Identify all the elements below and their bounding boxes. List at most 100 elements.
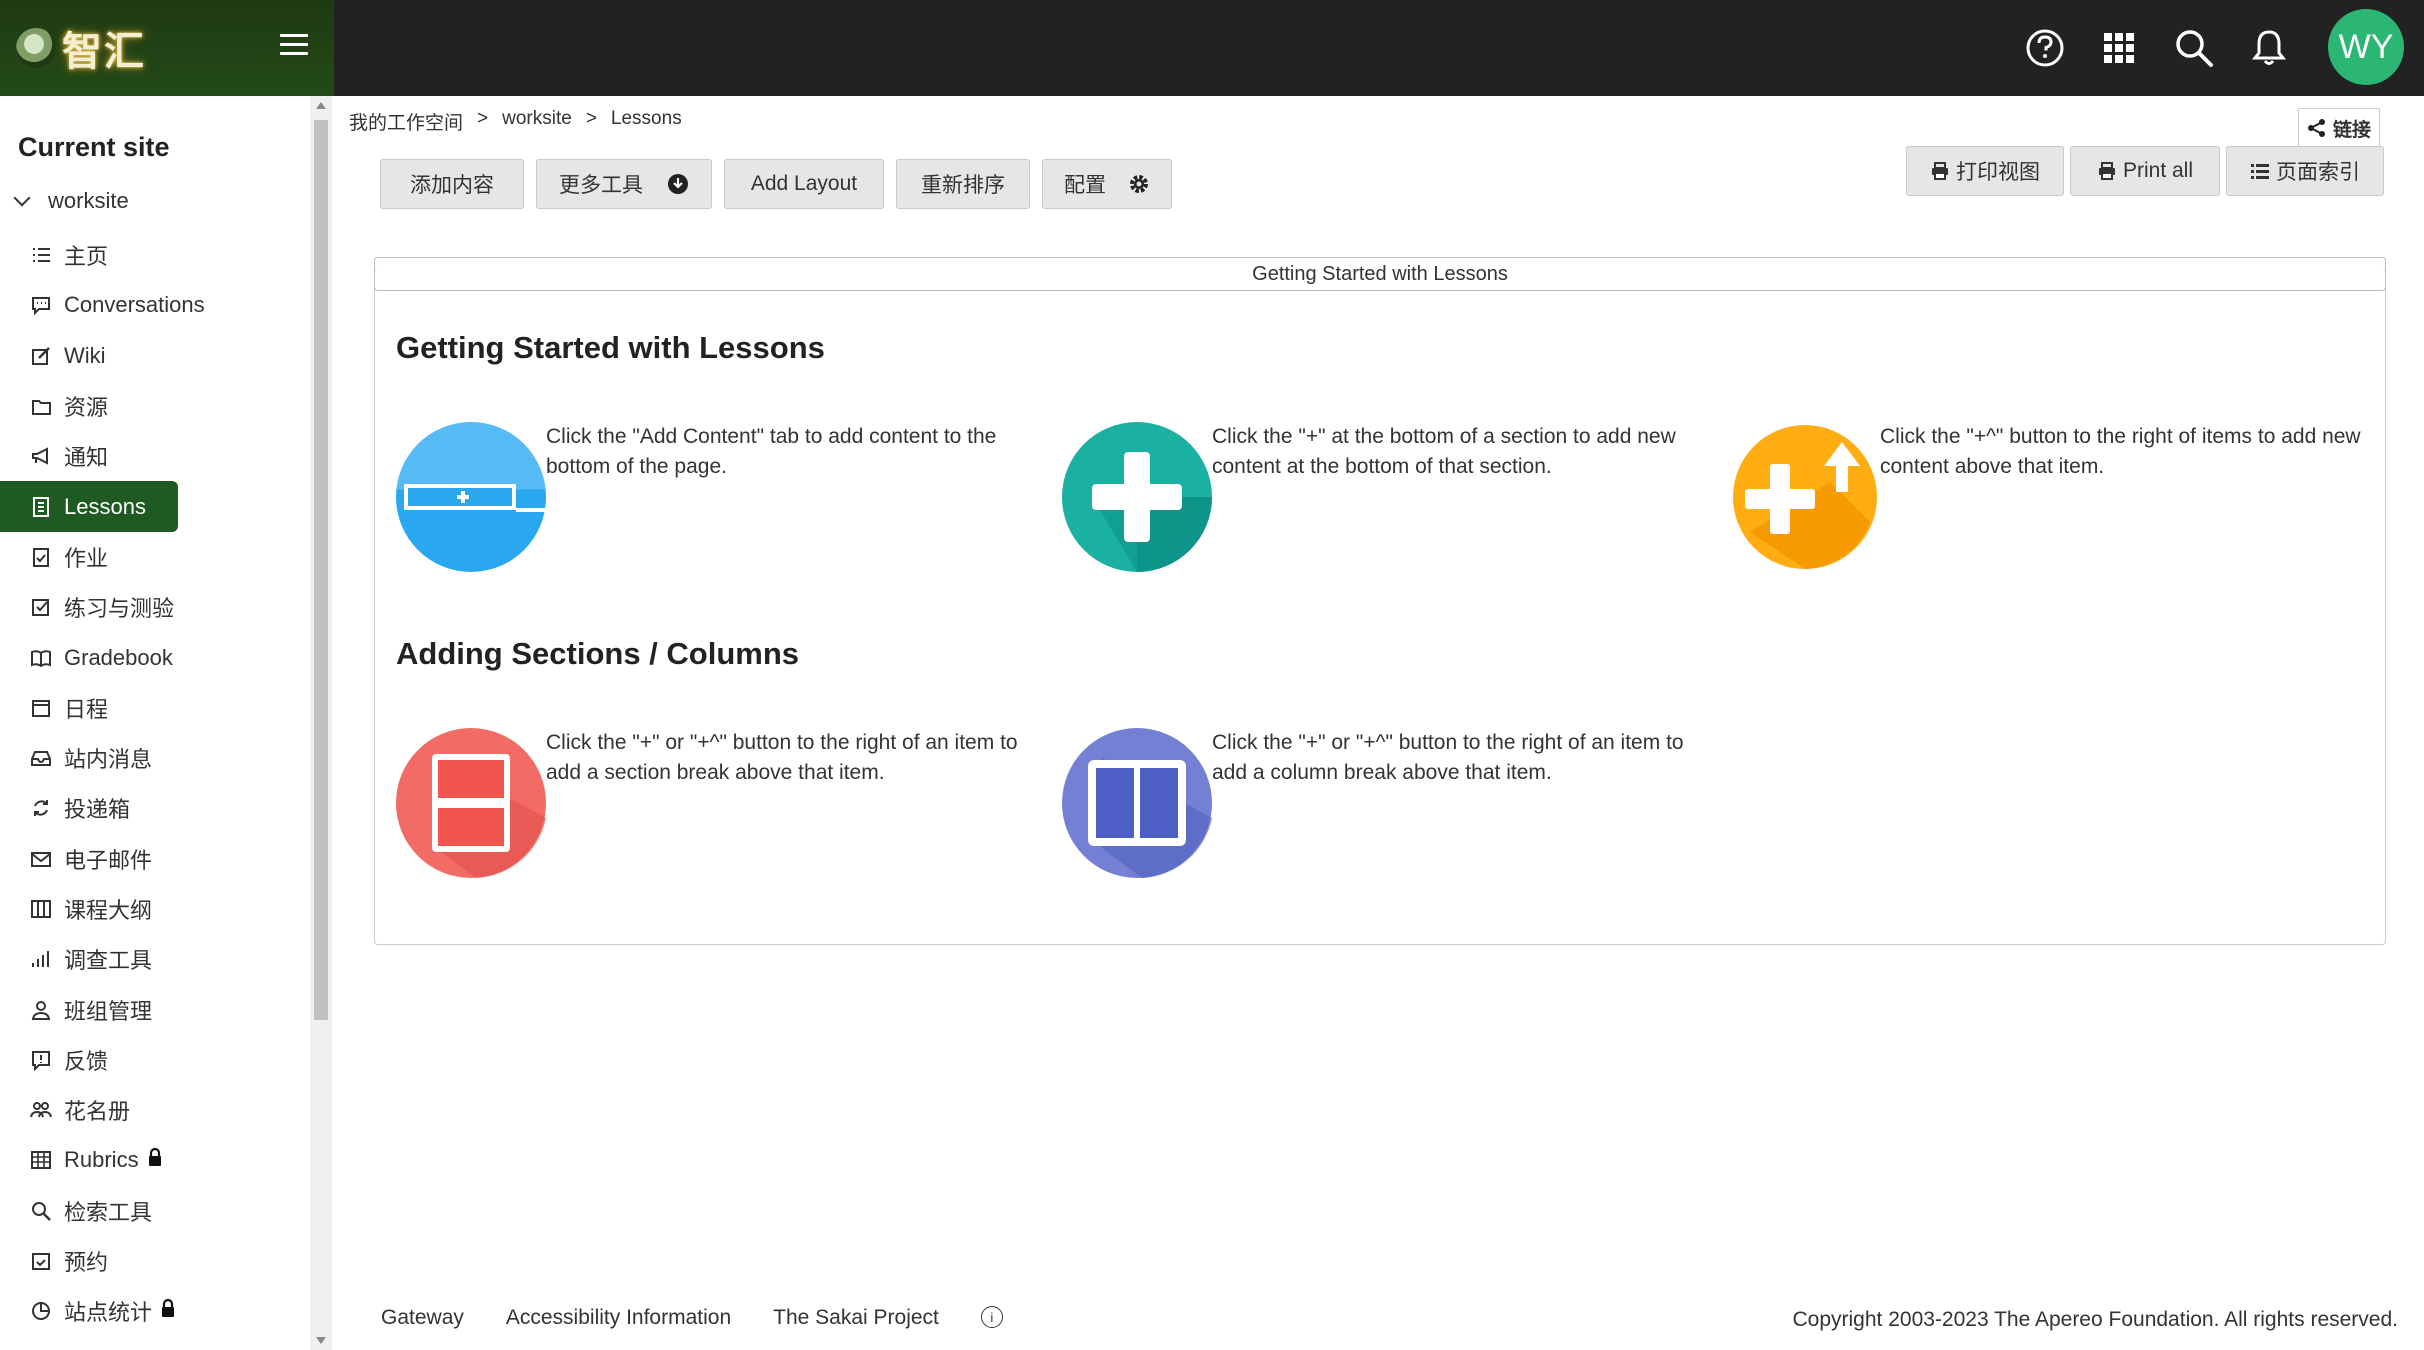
sidebar-item-calendar-check[interactable]: 预约 [0, 1236, 310, 1286]
sidebar-item-label: 反馈 [64, 1048, 109, 1074]
add-content-button[interactable]: 添加内容 [380, 159, 524, 209]
scroll-down-icon[interactable] [316, 1337, 326, 1344]
sidebar-item-label: Gradebook [64, 644, 173, 670]
sync-icon [30, 797, 52, 819]
lessons-toolbar: 添加内容 更多工具 Add Layout 重新排序 配置 [380, 159, 1172, 209]
chat-icon [30, 294, 52, 316]
page-index-button[interactable]: 页面索引 [2226, 146, 2384, 196]
sidebar-item-pie[interactable]: 站点统计 [0, 1286, 310, 1336]
sidebar-item-person[interactable]: 班组管理 [0, 984, 310, 1034]
breadcrumb-site[interactable]: worksite [502, 108, 572, 135]
sidebar-item-document[interactable]: Lessons [0, 481, 178, 532]
calendar-icon [30, 697, 52, 719]
footer-gateway-link[interactable]: Gateway [381, 1306, 464, 1330]
sidebar-item-label: 预约 [64, 1250, 109, 1276]
link-button-label: 链接 [2332, 118, 2371, 141]
lock-icon [160, 1298, 176, 1324]
site-name: worksite [48, 188, 129, 213]
sidebar-item-label: 投递箱 [64, 797, 131, 823]
site-toggle[interactable]: worksite [13, 188, 129, 214]
print-all-button[interactable]: Print all [2070, 146, 2220, 196]
sidebar-item-label: 花名册 [64, 1099, 131, 1125]
scrollbar-thumb[interactable] [314, 120, 328, 1020]
tip-text-5: Click the "+" or "+^" button to the righ… [1212, 731, 1684, 784]
sidebar-item-megaphone[interactable]: 通知 [0, 431, 310, 481]
sidebar-item-envelope[interactable]: 电子邮件 [0, 834, 310, 884]
sidebar-item-table[interactable]: Rubrics [0, 1135, 310, 1185]
search-icon[interactable] [2173, 27, 2215, 69]
breadcrumb-root[interactable]: 我的工作空间 [349, 108, 463, 135]
book-icon [30, 647, 52, 669]
people-icon [30, 1099, 52, 1121]
site-logo[interactable]: 智汇 [16, 14, 146, 82]
list-icon [2251, 164, 2269, 179]
checkbox-icon [30, 596, 52, 618]
person-icon [30, 999, 52, 1021]
breadcrumb-page: Lessons [610, 108, 682, 129]
sidebar-item-people[interactable]: 花名册 [0, 1085, 310, 1135]
sidebar-item-label: 班组管理 [64, 998, 153, 1024]
printer-icon [1932, 162, 1948, 180]
sidebar-item-book[interactable]: Gradebook [0, 632, 310, 682]
notifications-bell-icon[interactable] [2248, 27, 2290, 69]
sidebar-item-sync[interactable]: 投递箱 [0, 783, 310, 833]
tip-card-section-break: Click the "+" or "+^" button to the righ… [396, 728, 1046, 888]
sidebar-item-label: 检索工具 [64, 1199, 153, 1225]
sidebar-item-label: 作业 [64, 545, 109, 571]
sidebar-item-checkbox[interactable]: 练习与测验 [0, 582, 310, 632]
sidebar-item-columns[interactable]: 课程大纲 [0, 884, 310, 934]
sidebar-item-bar-chart[interactable]: 调查工具 [0, 934, 310, 984]
tool-navigation: 主页 Conversations Wiki 资源通知 Lessons 作业练习与测验 Gra… [0, 230, 310, 1337]
logo-emblem-icon [16, 28, 56, 68]
sidebar-item-edit[interactable]: Wiki [0, 331, 310, 381]
megaphone-icon [30, 445, 52, 467]
logo-text: 智汇 [62, 28, 146, 75]
sidebar-item-chat[interactable]: Conversations [0, 280, 310, 330]
menu-toggle-icon[interactable] [280, 34, 308, 58]
link-button[interactable]: 链接 [2298, 108, 2380, 148]
add-layout-label: Add Layout [750, 172, 858, 195]
sidebar-item-assignment[interactable]: 作业 [0, 532, 310, 582]
column-break-icon [1062, 728, 1212, 878]
more-tools-button[interactable]: 更多工具 [536, 159, 712, 209]
sidebar-item-calendar[interactable]: 日程 [0, 683, 310, 733]
sidebar-item-label: 站点统计 [64, 1300, 153, 1326]
envelope-icon [30, 848, 52, 870]
tip-text-3: Click the "+^" button to the right of it… [1880, 425, 2361, 478]
tip-card-add-content: Click the "Add Content" tab to add conte… [396, 422, 1046, 582]
help-icon[interactable] [2024, 27, 2066, 69]
print-view-button[interactable]: 打印视图 [1906, 146, 2064, 196]
search-icon [30, 1200, 52, 1222]
reorder-button[interactable]: 重新排序 [896, 159, 1030, 209]
sidebar-item-inbox[interactable]: 站内消息 [0, 733, 310, 783]
footer-links: Gateway Accessibility Information The Sa… [381, 1306, 1003, 1330]
sidebar-item-search[interactable]: 检索工具 [0, 1186, 310, 1236]
plus-icon [1062, 422, 1212, 572]
sidebar-item-list[interactable]: 主页 [0, 230, 310, 280]
columns-icon [30, 898, 52, 920]
settings-button[interactable]: 配置 [1042, 159, 1172, 209]
section-break-icon [396, 728, 546, 878]
sidebar-item-label: 电子邮件 [64, 847, 153, 873]
sidebar-item-label: Conversations [64, 292, 205, 318]
apps-grid-icon[interactable] [2098, 27, 2140, 69]
info-icon[interactable]: i [980, 1306, 1003, 1328]
current-site-heading: Current site [18, 132, 170, 162]
section-header-bar[interactable]: Getting Started with Lessons [374, 257, 2386, 291]
tip-text-2: Click the "+" at the bottom of a section… [1212, 425, 1676, 478]
add-layout-button[interactable]: Add Layout [724, 159, 884, 209]
brand-area: 智汇 [0, 0, 334, 96]
scroll-up-icon[interactable] [316, 102, 326, 109]
printer-icon [2098, 162, 2115, 180]
sidebar-item-label: 练习与测验 [64, 596, 175, 622]
table-icon [30, 1149, 52, 1171]
sidebar-item-label: 通知 [64, 445, 109, 471]
footer-accessibility-link[interactable]: Accessibility Information [506, 1306, 731, 1330]
sidebar-item-feedback[interactable]: 反馈 [0, 1035, 310, 1085]
plus-up-arrow-icon [1733, 425, 1877, 569]
sidebar-item-folder[interactable]: 资源 [0, 381, 310, 431]
footer-sakai-link[interactable]: The Sakai Project [773, 1306, 939, 1330]
list-icon [30, 244, 52, 266]
sidebar-scrollbar[interactable] [310, 96, 332, 1350]
user-avatar[interactable]: WY [2328, 9, 2404, 85]
